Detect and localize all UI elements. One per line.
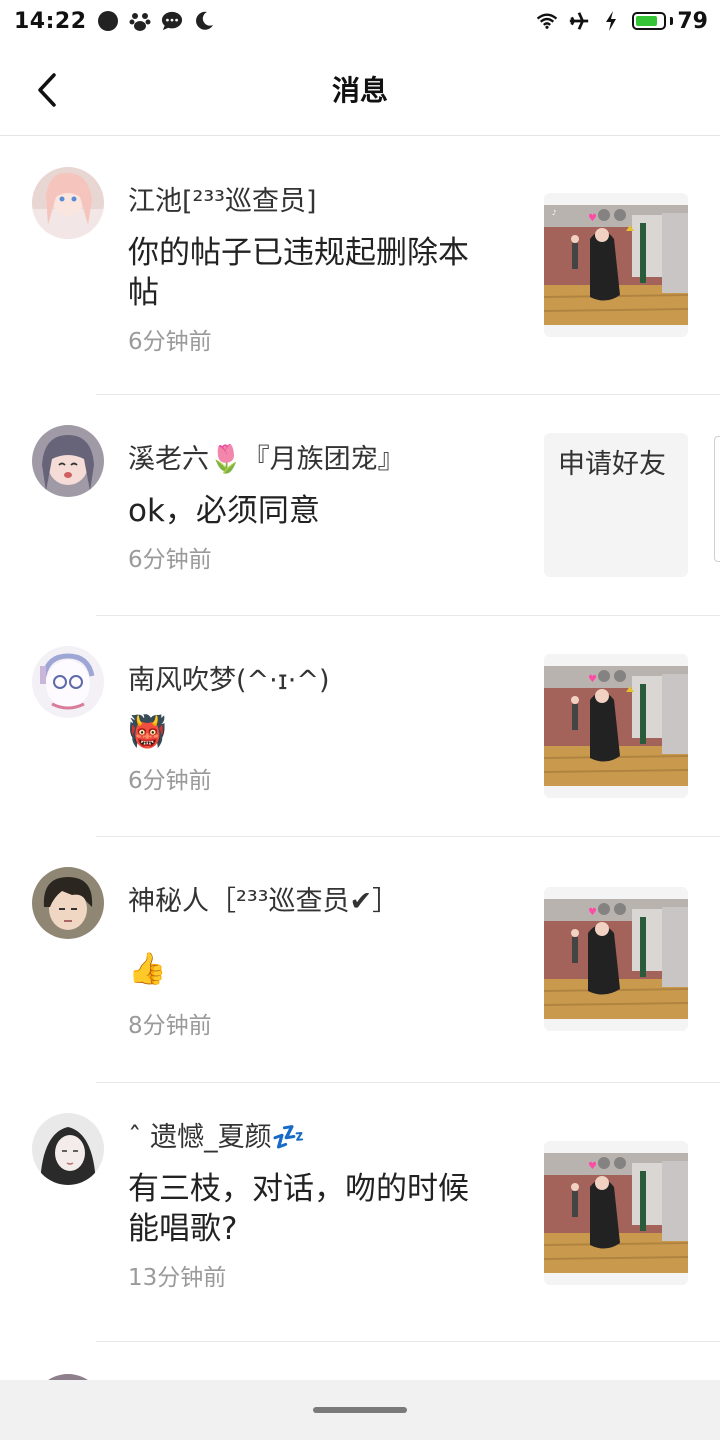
chevron-left-icon xyxy=(38,73,56,107)
top-app-bar: 消息 xyxy=(0,42,720,136)
battery-fill xyxy=(636,16,657,26)
sender-name[interactable]: 溪老六🌷『月族团宠』 xyxy=(128,441,498,479)
message-text: 有三枝，对话，吻的时候能唱歌? xyxy=(128,1171,469,1247)
svg-text:♥: ♥ xyxy=(588,1161,597,1172)
message-time: 13分钟前 xyxy=(128,1265,227,1291)
message-text: 你的帖子已违规起删除本帖 xyxy=(128,235,469,311)
post-thumbnail-image: ♥ xyxy=(544,1153,688,1273)
post-thumbnail[interactable]: ♥ xyxy=(544,887,688,1031)
post-thumbnail[interactable]: ♥ xyxy=(544,1141,688,1285)
message-text: 👍 xyxy=(128,951,167,987)
battery-percent: 79 xyxy=(677,8,708,34)
avatar[interactable] xyxy=(32,425,104,497)
list-item[interactable]: 溪老六🌷『月族团宠』 ok，必须同意 6分钟前 申请好友 xyxy=(0,395,720,616)
moon-icon xyxy=(193,10,215,32)
message-text: 👹 xyxy=(128,714,167,750)
svg-text:♥: ♥ xyxy=(588,907,597,918)
divider xyxy=(96,394,720,395)
dot-icon xyxy=(97,10,119,32)
svg-text:♥: ♥ xyxy=(588,674,597,685)
list-item[interactable]: 江池[²³³巡查员] 你的帖子已违规起删除本帖 6分钟前 ♪ ♥ xyxy=(0,137,720,395)
avatar[interactable] xyxy=(32,1113,104,1185)
sender-name[interactable]: 江池[²³³巡查员] xyxy=(128,183,498,221)
message-text: ok，必须同意 xyxy=(128,493,320,529)
list-item[interactable]: ˆ 遗憾_夏颜💤 有三枝，对话，吻的时候能唱歌? 13分钟前 ♥ xyxy=(0,1083,720,1342)
wifi-icon xyxy=(536,10,558,32)
post-thumbnail[interactable]: ♪ ♥ xyxy=(544,193,688,337)
status-time: 14:22 xyxy=(14,8,87,34)
avatar[interactable] xyxy=(32,167,104,239)
paw-icon xyxy=(129,10,151,32)
sender-name[interactable]: 神秘人［²³³巡查员✔］ xyxy=(128,883,498,921)
sender-name[interactable]: ˆ 遗憾_夏颜💤 xyxy=(128,1119,498,1157)
friend-request-card[interactable]: 申请好友 xyxy=(544,433,688,577)
airplane-icon xyxy=(568,10,590,32)
list-item[interactable]: 神秘人［²³³巡查员✔］ 👍 8分钟前 ♥ xyxy=(0,837,720,1083)
svg-text:♥: ♥ xyxy=(588,213,597,224)
message-time: 6分钟前 xyxy=(128,547,212,573)
home-indicator[interactable] xyxy=(313,1407,407,1413)
list-item[interactable] xyxy=(0,1342,720,1440)
page-title: 消息 xyxy=(331,73,388,107)
post-thumbnail-image: ♥ xyxy=(544,899,688,1019)
post-thumbnail-image: ♥ xyxy=(544,666,688,786)
battery-indicator: 79 xyxy=(632,9,708,34)
post-thumbnail-image: ♪ ♥ xyxy=(544,205,688,325)
avatar[interactable] xyxy=(32,646,104,718)
side-scroll-handle[interactable] xyxy=(714,436,720,562)
svg-text:♪: ♪ xyxy=(552,209,556,217)
post-thumbnail[interactable]: ♥ xyxy=(544,654,688,798)
back-button[interactable] xyxy=(26,68,70,112)
status-bar: 14:22 79 xyxy=(0,0,720,42)
charging-icon xyxy=(600,10,622,32)
chat-icon xyxy=(161,10,183,32)
message-time: 8分钟前 xyxy=(128,1013,212,1039)
message-list: 江池[²³³巡查员] 你的帖子已违规起删除本帖 6分钟前 ♪ ♥ 溪老六🌷『月族… xyxy=(0,137,720,1440)
system-nav-bar xyxy=(0,1380,720,1440)
message-time: 6分钟前 xyxy=(128,329,212,355)
list-item[interactable]: 南风吹梦(^·ɪ·^) 👹 6分钟前 ♥ xyxy=(0,616,720,837)
sender-name[interactable]: 南风吹梦(^·ɪ·^) xyxy=(128,662,498,700)
avatar[interactable] xyxy=(32,867,104,939)
message-time: 6分钟前 xyxy=(128,768,212,794)
